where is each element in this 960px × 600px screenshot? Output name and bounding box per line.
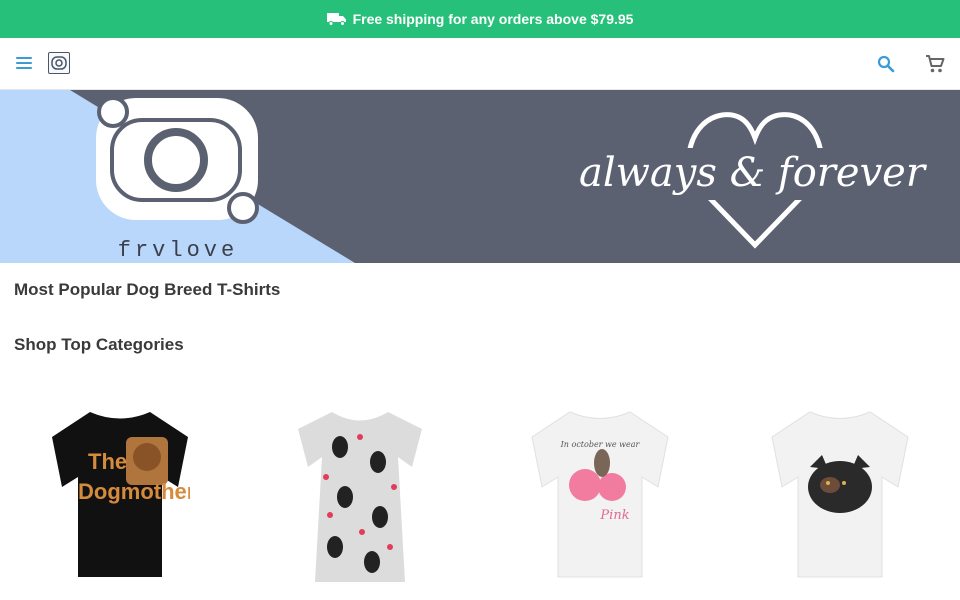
- frvlove-logo-icon[interactable]: [48, 52, 70, 74]
- product-grid: The Dogmother In october we wear Pink: [0, 395, 960, 600]
- truck-icon: [326, 13, 346, 26]
- print-line-2: Pink: [599, 508, 629, 523]
- hero-brand-text: frvlove: [118, 238, 238, 263]
- popular-section-title: Most Popular Dog Breed T-Shirts: [14, 280, 281, 299]
- categories-section-title: Shop Top Categories: [14, 335, 184, 354]
- promo-text: Free shipping for any orders above $79.9…: [352, 11, 634, 27]
- menu-icon[interactable]: [14, 54, 36, 74]
- white-tshirt-cat-image: [771, 411, 909, 578]
- frvlove-logo-graphic: [96, 96, 259, 224]
- product-card[interactable]: In october we wear Pink: [480, 395, 720, 600]
- print-line-1: The: [88, 449, 127, 474]
- product-card[interactable]: [720, 395, 960, 600]
- hero-banner[interactable]: frvlove always & forever: [0, 90, 960, 263]
- print-line-1: In october we wear: [560, 440, 641, 449]
- promo-bar: Free shipping for any orders above $79.9…: [0, 0, 960, 38]
- white-tshirt-pumpkin-image: In october we wear Pink: [531, 411, 669, 578]
- cart-icon[interactable]: [924, 53, 946, 75]
- penguin-dress-image: [298, 412, 422, 582]
- black-tshirt-image: The Dogmother: [52, 412, 190, 577]
- search-icon[interactable]: [876, 54, 896, 74]
- site-header: [0, 38, 960, 90]
- print-line-2: Dogmother: [78, 479, 190, 504]
- hero-tagline: always & forever: [579, 150, 928, 196]
- product-card[interactable]: The Dogmother: [0, 395, 240, 600]
- product-card[interactable]: [240, 395, 480, 600]
